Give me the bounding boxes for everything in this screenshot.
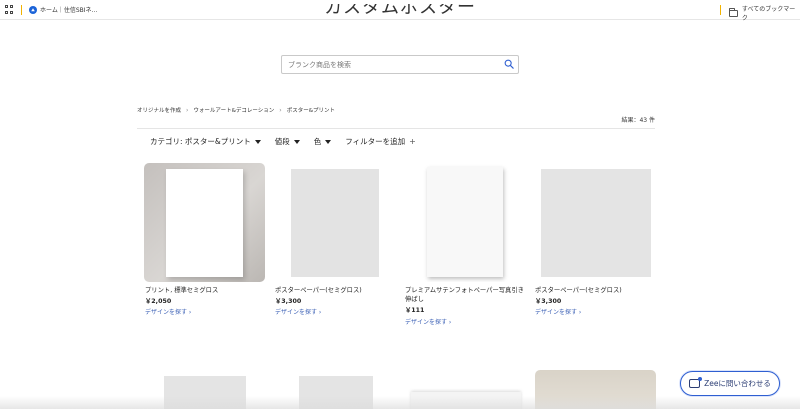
caret-down-icon bbox=[254, 139, 261, 144]
poster-paper-image bbox=[541, 169, 651, 277]
caret-down-icon bbox=[293, 139, 300, 144]
chat-icon bbox=[689, 377, 703, 388]
product-price: ￥111 bbox=[405, 307, 425, 314]
product-image[interactable] bbox=[275, 163, 396, 282]
explore-designs-link[interactable]: デザインを探す › bbox=[275, 307, 321, 316]
product-title[interactable]: プレミアムサテンフォトペーパー写真引き伸ばし bbox=[405, 286, 530, 304]
product-title[interactable]: ポスターペーパー(セミグロス) bbox=[535, 286, 660, 295]
add-filter-button[interactable]: フィルターを追加 + bbox=[345, 136, 416, 147]
breadcrumb: オリジナルを作成 › ウォールアート&デコレーション › ポスター&プリント bbox=[137, 106, 335, 115]
page-title: カスタムポスター bbox=[324, 0, 476, 18]
price-filter-label: 値段 bbox=[274, 137, 290, 146]
search-icon[interactable] bbox=[504, 59, 514, 69]
contact-zee-label: Zeeに問い合わせる bbox=[704, 379, 771, 388]
add-filter-label: フィルターを追加 bbox=[345, 137, 406, 146]
print-paper-image bbox=[166, 169, 243, 277]
filter-bar: カテゴリ: ポスター&プリント 値段 色 フィルターを追加 + bbox=[150, 136, 430, 147]
breadcrumb-item-posters[interactable]: ポスター&プリント bbox=[287, 106, 335, 114]
category-filter[interactable]: カテゴリ: ポスター&プリント bbox=[150, 136, 261, 147]
filter-divider bbox=[137, 128, 655, 129]
search-input[interactable] bbox=[282, 56, 497, 73]
contact-zee-button[interactable]: Zeeに問い合わせる bbox=[680, 371, 780, 396]
category-filter-label: カテゴリ: ポスター&プリント bbox=[150, 137, 251, 146]
poster-paper-image bbox=[291, 169, 379, 277]
product-price: ￥3,300 bbox=[535, 298, 562, 305]
color-filter-label: 色 bbox=[313, 137, 322, 146]
plus-icon: + bbox=[409, 137, 416, 146]
product-image[interactable] bbox=[144, 163, 265, 282]
page-bottom-fade bbox=[0, 396, 800, 409]
product-title[interactable]: プリント, 標準セミグロス bbox=[145, 286, 270, 295]
explore-designs-link[interactable]: デザインを探す › bbox=[145, 307, 191, 316]
breadcrumb-separator-icon: › bbox=[186, 106, 189, 114]
price-filter[interactable]: 値段 bbox=[275, 136, 300, 147]
product-title[interactable]: ポスターペーパー(セミグロス) bbox=[275, 286, 400, 295]
product-image[interactable] bbox=[405, 163, 526, 282]
caret-down-icon bbox=[325, 139, 332, 144]
breadcrumb-separator-icon: › bbox=[279, 106, 282, 114]
breadcrumb-item-create[interactable]: オリジナルを作成 bbox=[137, 106, 181, 114]
result-count: 結果：43 件 bbox=[621, 117, 655, 124]
breadcrumb-item-wall-art[interactable]: ウォールアート&デコレーション bbox=[193, 106, 274, 114]
product-price: ￥2,050 bbox=[145, 298, 172, 305]
photo-paper-image bbox=[427, 167, 503, 277]
product-image[interactable] bbox=[535, 163, 656, 282]
search-box[interactable] bbox=[281, 55, 519, 74]
explore-designs-link[interactable]: デザインを探す › bbox=[405, 317, 451, 326]
product-price: ￥3,300 bbox=[275, 298, 302, 305]
explore-designs-link[interactable]: デザインを探す › bbox=[535, 307, 581, 316]
color-filter[interactable]: 色 bbox=[314, 136, 332, 147]
